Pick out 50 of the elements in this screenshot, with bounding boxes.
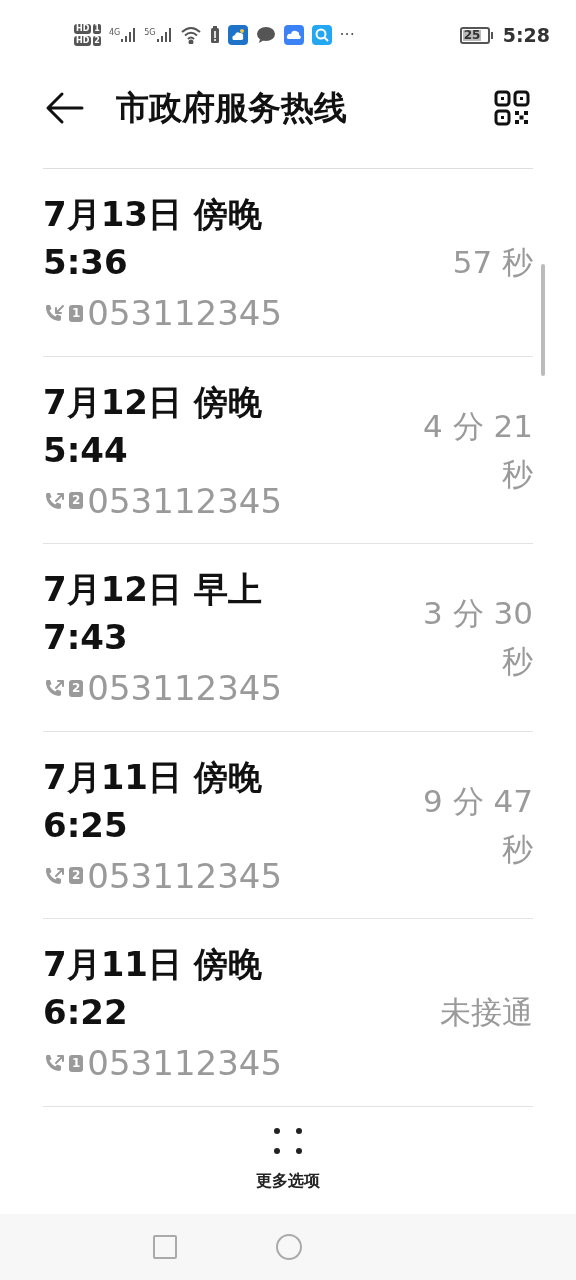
phone-number: 053112345 <box>87 479 283 522</box>
hd-label: HD <box>74 24 92 34</box>
call-duration: 57 秒 <box>451 243 533 283</box>
call-duration: 4 分 21 秒 <box>422 406 533 494</box>
sim-badge: 1 <box>69 304 84 322</box>
call-date: 7月12日 早上 <box>43 568 263 612</box>
call-duration: 3 分 30 秒 <box>422 594 533 682</box>
hd-label: HD <box>74 36 92 46</box>
call-date: 7月12日 傍晚 <box>43 380 263 424</box>
search-app-icon <box>311 25 332 45</box>
call-date: 7月13日 傍晚 <box>43 193 263 237</box>
phone-number: 053112345 <box>87 667 283 710</box>
call-time: 5:44 <box>43 428 129 472</box>
call-log-item[interactable]: 7月11日 傍晚 6:22 1 053112345 未接通 <box>43 919 533 1107</box>
battery-icon: 25 <box>459 26 493 44</box>
message-icon <box>255 26 276 44</box>
call-duration: 未接通 <box>439 993 533 1033</box>
sim-badge: 2 <box>69 867 84 885</box>
qr-code-button[interactable] <box>494 89 530 126</box>
battery-alert-icon <box>209 26 220 44</box>
call-date: 7月11日 傍晚 <box>43 755 263 799</box>
clock: 5:28 <box>502 22 550 48</box>
sim-badge: 1 <box>69 1054 84 1072</box>
call-time: 5:36 <box>43 241 129 285</box>
call-log-item[interactable]: 7月12日 傍晚 5:44 2 053112345 4 分 21 秒 <box>43 356 533 544</box>
phone-number: 053112345 <box>87 292 283 335</box>
sim-number: 1 <box>93 24 101 34</box>
call-date: 7月11日 傍晚 <box>43 943 263 987</box>
phone-number: 053112345 <box>87 854 283 897</box>
sim-badge: 2 <box>69 492 84 510</box>
call-log-item[interactable]: 7月13日 傍晚 5:36 1 053112345 57 秒 <box>43 169 533 357</box>
cloud-app-icon <box>283 25 304 45</box>
signal-icon <box>155 27 172 43</box>
call-time: 6:25 <box>43 803 129 847</box>
call-time: 7:43 <box>43 616 129 660</box>
wifi-icon <box>179 26 202 44</box>
call-log-item[interactable]: 7月12日 早上 7:43 2 053112345 3 分 30 秒 <box>43 544 533 732</box>
network-type: 4G <box>108 27 121 39</box>
call-duration: 9 分 47 秒 <box>422 781 533 869</box>
sim-badge: 2 <box>69 679 84 697</box>
network-type: 5G <box>144 27 156 39</box>
page-title: 市政府服务热线 <box>116 86 348 129</box>
call-time: 6:22 <box>43 991 129 1035</box>
call-log-item[interactable]: 7月11日 傍晚 6:25 2 053112345 9 分 47 秒 <box>43 731 533 919</box>
phone-number: 053112345 <box>87 1042 283 1085</box>
signal-icon <box>120 27 137 43</box>
sim-number: 2 <box>93 36 101 46</box>
more-options-button[interactable]: 更多选项 <box>256 1127 320 1194</box>
more-notifications: ··· <box>339 27 355 43</box>
weather-app-icon <box>227 25 248 45</box>
